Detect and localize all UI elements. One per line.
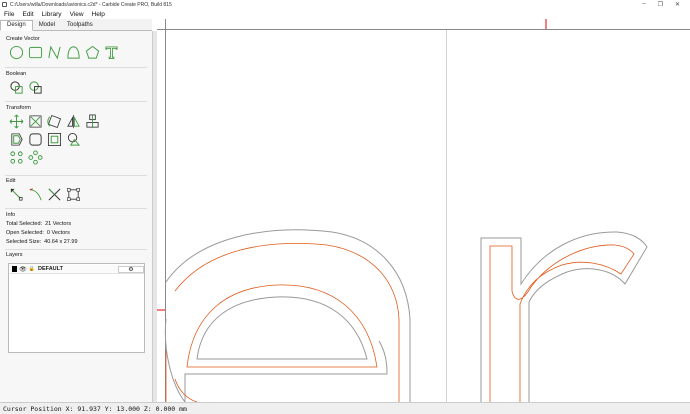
section-title: Layers: [6, 252, 23, 258]
transform-section: Transform: [5, 105, 147, 165]
menu-view[interactable]: View: [66, 11, 88, 18]
boolean-section: Boolean: [5, 71, 147, 95]
close-button[interactable]: ✕: [675, 1, 680, 8]
create-vector-section: Create Vector: [5, 36, 147, 60]
offset-icon[interactable]: [9, 132, 24, 147]
curve-tool-icon[interactable]: [66, 45, 81, 60]
layer-row[interactable]: 👁 🔒 DEFAULT ⚙: [10, 265, 144, 274]
layers-list: 👁 🔒 DEFAULT ⚙: [8, 263, 145, 353]
layers-section: Layers: [5, 252, 147, 258]
section-title: Create Vector: [6, 36, 40, 42]
fillet-icon[interactable]: [28, 132, 43, 147]
menu-bar: File Edit Library View Help: [0, 9, 690, 19]
status-bar: Cursor Position X: 91.937 Y: 13.000 Z: 0…: [0, 402, 690, 414]
open-selected-label: Open Selected:: [6, 230, 44, 236]
top-ruler: [157, 19, 690, 29]
layer-color-swatch[interactable]: [12, 266, 18, 272]
node-edit-icon[interactable]: [9, 187, 24, 202]
union-icon[interactable]: [9, 80, 24, 95]
rotate-icon[interactable]: [47, 114, 62, 129]
circular-array-icon[interactable]: [28, 150, 43, 165]
inset-icon[interactable]: [47, 132, 62, 147]
tab-bar: Design Model Toolpaths: [0, 19, 152, 31]
vector-e-crossbar[interactable]: [184, 340, 388, 402]
info-section: Info Total Selected: 21 Vectors Open Sele…: [5, 212, 147, 245]
scale-icon[interactable]: [28, 114, 43, 129]
edit-section: Edit: [5, 178, 147, 202]
vector-e-outer[interactable]: [165, 229, 411, 402]
menu-edit[interactable]: Edit: [18, 11, 37, 18]
divider: [5, 208, 147, 209]
tab-model[interactable]: Model: [33, 21, 61, 30]
move-icon[interactable]: [9, 114, 24, 129]
trim-icon[interactable]: [47, 187, 62, 202]
mirror-icon[interactable]: [66, 114, 81, 129]
polygon-tool-icon[interactable]: [85, 45, 100, 60]
tab-toolpaths[interactable]: Toolpaths: [61, 21, 99, 30]
section-title: Boolean: [6, 71, 27, 77]
design-panel: Create Vector Boolean Transform Edit Inf…: [0, 31, 152, 402]
canvas-drawing[interactable]: [157, 19, 690, 402]
divider: [5, 67, 147, 68]
minimize-button[interactable]: –: [642, 1, 645, 8]
app-icon: [2, 2, 7, 7]
lock-icon[interactable]: 🔒: [29, 266, 35, 272]
total-selected-value: 21 Vectors: [45, 221, 72, 227]
total-selected-label: Total Selected:: [6, 221, 43, 227]
toolpath-e-tail[interactable]: [165, 349, 198, 402]
divider: [5, 249, 147, 250]
vector-e-counter[interactable]: [196, 296, 368, 360]
bounding-box-icon[interactable]: [66, 187, 81, 202]
vector-e-tail[interactable]: [164, 318, 186, 402]
align-icon[interactable]: [85, 114, 100, 129]
visibility-eye-icon[interactable]: 👁: [19, 266, 27, 273]
text-tool-icon[interactable]: [104, 45, 119, 60]
menu-help[interactable]: Help: [88, 11, 109, 18]
menu-file[interactable]: File: [0, 11, 18, 18]
circle-tool-icon[interactable]: [9, 45, 24, 60]
array-icon[interactable]: [9, 150, 24, 165]
section-title: Transform: [6, 105, 31, 111]
section-title: Edit: [6, 178, 16, 184]
vector-r-outer[interactable]: [480, 231, 648, 402]
tab-design[interactable]: Design: [0, 20, 33, 31]
divider: [5, 101, 147, 102]
cursor-position-readout: Cursor Position X: 91.937 Y: 13.000 Z: 0…: [3, 404, 187, 413]
section-title: Info: [6, 212, 16, 218]
open-selected-value: 0 Vectors: [46, 230, 70, 236]
selected-size-value: 40.64 x 27.99: [44, 239, 78, 245]
layer-settings-gear-icon[interactable]: ⚙: [117, 265, 144, 273]
menu-library[interactable]: Library: [38, 11, 66, 18]
window-title: C:/Users/willa/Downloads/avionics.c2d* -…: [10, 1, 172, 8]
layer-name: DEFAULT: [38, 266, 63, 272]
selected-size-label: Selected Size:: [6, 239, 42, 245]
bezier-icon[interactable]: [28, 187, 43, 202]
design-canvas[interactable]: [157, 19, 690, 402]
divider: [5, 175, 147, 176]
maximize-button[interactable]: ❐: [658, 1, 663, 8]
subtract-icon[interactable]: [28, 80, 43, 95]
rectangle-tool-icon[interactable]: [28, 45, 43, 60]
title-bar: C:/Users/willa/Downloads/avionics.c2d* -…: [0, 0, 690, 9]
outline-icon[interactable]: [66, 132, 81, 147]
polyline-tool-icon[interactable]: [47, 45, 62, 60]
toolpath-r-inner[interactable]: [489, 244, 635, 402]
toolpath-e-outer[interactable]: [174, 243, 400, 402]
